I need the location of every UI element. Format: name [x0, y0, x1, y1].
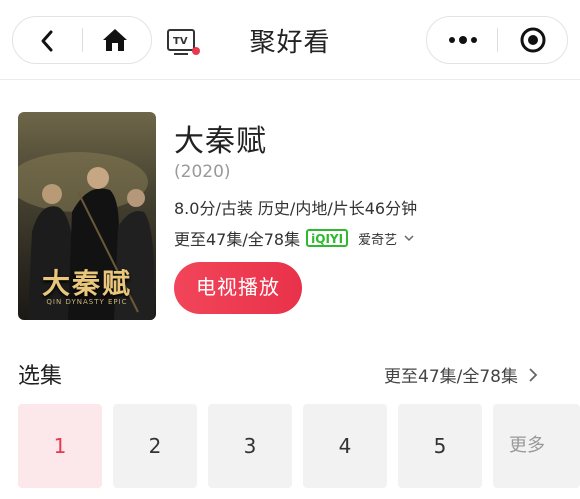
show-meta: 8.0分/古装 历史/内地/片长46分钟	[174, 199, 418, 218]
poster-subtitle: QIN DYNASTY EPIC	[46, 298, 128, 306]
tv-play-button[interactable]: 电视播放	[174, 262, 302, 314]
episodes-count: 更至47集/全78集	[384, 367, 518, 387]
platform-selector[interactable]: 爱奇艺	[358, 229, 397, 248]
capsule-divider	[497, 28, 498, 52]
close-miniprogram-button[interactable]	[515, 25, 551, 55]
more-dots-icon	[449, 36, 477, 44]
show-title: 大秦赋	[174, 124, 267, 159]
back-button[interactable]	[29, 27, 65, 55]
capsule-divider	[82, 28, 83, 52]
episode-tile[interactable]: 3	[208, 404, 292, 488]
show-year: (2020)	[174, 162, 231, 182]
home-button[interactable]	[97, 25, 133, 55]
show-poster[interactable]: 大秦赋 QIN DYNASTY EPIC	[18, 112, 156, 320]
more-button[interactable]	[443, 25, 483, 55]
back-icon	[41, 30, 53, 52]
svg-text:TV: TV	[173, 36, 188, 47]
episodes-count-link[interactable]: 更至47集/全78集	[384, 362, 538, 387]
episode-tile[interactable]: 4	[303, 404, 387, 488]
episode-tile[interactable]: 2	[113, 404, 197, 488]
nav-capsule	[12, 16, 152, 64]
chevron-down-icon[interactable]	[403, 234, 415, 242]
progress-text: 更至47集/全78集	[174, 230, 301, 249]
episode-tile[interactable]: 1	[18, 404, 102, 488]
target-icon	[520, 27, 546, 53]
episodes-title: 选集	[18, 364, 63, 389]
tv-icon: TV	[167, 29, 200, 55]
chevron-right-icon	[529, 367, 538, 382]
show-progress: 更至47集/全78集 iQIYI 爱奇艺	[174, 226, 415, 250]
top-bar: TV 聚好看	[0, 0, 580, 80]
iqiyi-logo: iQIYI	[306, 229, 349, 247]
episode-tile[interactable]: 5	[398, 404, 482, 488]
menu-capsule	[426, 16, 568, 64]
more-episodes-button[interactable]: 更多	[493, 404, 580, 488]
page-title: 聚好看	[249, 28, 331, 58]
poster-title: 大秦赋	[41, 267, 132, 300]
home-icon	[103, 29, 127, 51]
tv-cast-button[interactable]: TV	[166, 28, 202, 58]
